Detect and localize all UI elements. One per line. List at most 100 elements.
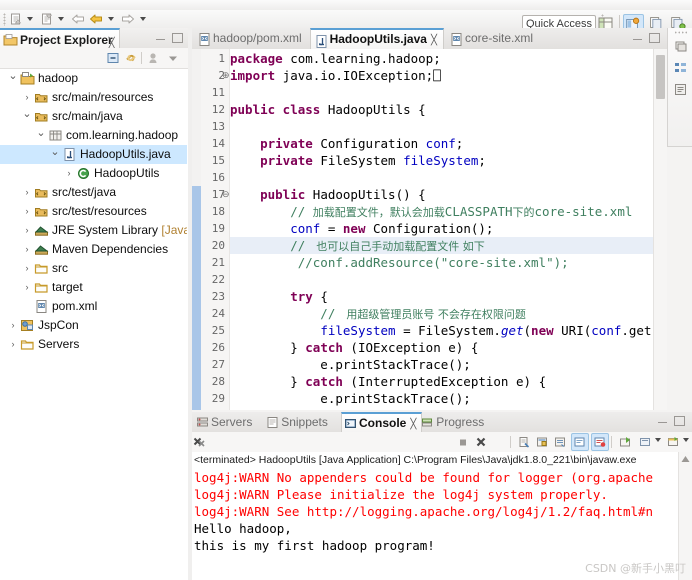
tab-project-explorer[interactable]: Project Explorer ╳: [0, 28, 120, 50]
link-with-editor-icon[interactable]: [124, 51, 138, 65]
code-line[interactable]: // 用超级管理员账号 不会存在权限问题: [230, 305, 653, 322]
last-edit-location-icon[interactable]: [120, 12, 136, 26]
toolbar-drag-handle[interactable]: [3, 13, 6, 26]
code-line[interactable]: fileSystem = FileSystem.get(new URI(conf…: [230, 322, 653, 339]
code-line[interactable]: public class HadoopUtils {: [230, 101, 653, 118]
code-line[interactable]: import java.io.IOException;⎕: [230, 67, 653, 84]
pin-console-icon[interactable]: [618, 435, 632, 449]
expand-arrow-icon[interactable]: ›: [22, 259, 32, 278]
back-icon[interactable]: [70, 12, 86, 26]
show-console-on-output-icon[interactable]: [571, 433, 589, 451]
editor-tab-close-icon[interactable]: ╳: [431, 35, 437, 46]
expand-arrow-icon[interactable]: ›: [8, 335, 18, 354]
expand-arrow-icon[interactable]: ›: [64, 164, 74, 183]
terminate-icon[interactable]: [456, 435, 470, 449]
previous-annotation-icon[interactable]: [9, 12, 23, 26]
project-tree[interactable]: ⌄ hadoop › src/main/resources ⌄ src/main/java…: [0, 69, 187, 580]
code-editor[interactable]: 1 2 11 12 13 14 15 16 17 18 19 20 21 22 23 24 25 26 27 28 29…: [192, 49, 667, 410]
display-selected-console-dropdown-icon[interactable]: [655, 438, 661, 442]
word-wrap-icon[interactable]: [553, 435, 567, 449]
editor-text[interactable]: package com.learning.hadoop; import java.…: [230, 49, 653, 410]
next-annotation-icon[interactable]: [40, 12, 54, 26]
remove-all-terminated-icon[interactable]: [192, 435, 206, 449]
code-line[interactable]: conf = new Configuration();: [230, 220, 653, 237]
code-line[interactable]: e.printStackTrace();: [230, 356, 653, 373]
console-tab-close-icon[interactable]: ╳: [410, 419, 416, 430]
code-line[interactable]: //conf.addResource("core-site.xml");: [230, 254, 653, 271]
expand-arrow-icon[interactable]: ›: [22, 202, 32, 221]
minimize-icon[interactable]: [156, 33, 167, 43]
editor-tab-core-site-xml[interactable]: core-site.xml: [446, 28, 539, 49]
tree-item-src-main-resources[interactable]: › src/main/resources: [0, 88, 187, 107]
code-line[interactable]: } catch (InterruptedException e) {: [230, 373, 653, 390]
code-line[interactable]: [230, 271, 653, 288]
rail-drag-handle[interactable]: [674, 31, 687, 34]
code-line[interactable]: private Configuration conf;: [230, 135, 653, 152]
tree-item-hadoop[interactable]: ⌄ hadoop: [0, 69, 187, 88]
previous-annotation-dropdown-icon[interactable]: [27, 17, 33, 21]
open-console-dropdown-icon[interactable]: [683, 438, 689, 442]
next-annotation-dropdown-icon[interactable]: [58, 17, 64, 21]
code-line[interactable]: // 加载配置文件，默认会加载CLASSPATH下的core-site.xml: [230, 203, 653, 220]
last-edit-dropdown-icon[interactable]: [140, 17, 146, 21]
expand-arrow-icon[interactable]: ›: [22, 240, 32, 259]
collapse-arrow-icon[interactable]: ⌄: [36, 126, 46, 145]
collapse-all-icon[interactable]: [106, 51, 120, 65]
minimized-views-rail[interactable]: [667, 28, 692, 147]
fold-toggle-icon[interactable]: ⊖: [222, 186, 231, 203]
collapse-arrow-icon[interactable]: ⌄: [22, 107, 32, 126]
editor-vertical-scrollbar[interactable]: [653, 49, 667, 410]
console-tab-snippets[interactable]: Snippets: [264, 412, 333, 432]
tree-item-com-learning-hadoop[interactable]: ⌄ com.learning.hadoop: [0, 126, 187, 145]
tree-item-src-test-java[interactable]: › src/test/java: [0, 183, 187, 202]
console-tab-servers[interactable]: Servers: [194, 412, 257, 432]
view-menu-icon[interactable]: [166, 51, 180, 65]
code-line[interactable]: [230, 169, 653, 186]
tree-item-jre-system-library[interactable]: › JRE System Library [JavaSE-1: [0, 221, 188, 240]
editor-tab-hadoop-pom-xml[interactable]: hadoop/pom.xml: [194, 28, 308, 49]
editor-scroll-thumb[interactable]: [656, 55, 665, 99]
remove-launch-icon[interactable]: [474, 435, 488, 449]
console-tab-progress[interactable]: Progress: [419, 412, 489, 432]
editor-maximize-icon[interactable]: [649, 33, 660, 43]
console-tab-console[interactable]: Console ╳: [341, 412, 423, 434]
tree-item-pom-xml[interactable]: pom.xml: [0, 297, 187, 316]
collapse-arrow-icon[interactable]: ⌄: [8, 69, 18, 88]
console-toolbar[interactable]: [192, 432, 692, 453]
maximize-icon[interactable]: [172, 33, 183, 43]
code-line[interactable]: package com.learning.hadoop;: [230, 50, 653, 67]
code-line[interactable]: [230, 84, 653, 101]
console-maximize-icon[interactable]: [674, 416, 685, 426]
code-line[interactable]: private FileSystem fileSystem;: [230, 152, 653, 169]
console-minimize-icon[interactable]: [658, 416, 669, 426]
code-line[interactable]: e.printStackTrace();: [230, 390, 653, 407]
project-explorer-toolbar[interactable]: [0, 48, 188, 69]
expand-arrow-icon[interactable]: ›: [8, 316, 18, 335]
expand-arrow-icon[interactable]: ›: [22, 183, 32, 202]
task-list-icon[interactable]: [673, 82, 688, 97]
tree-item-servers[interactable]: › Servers: [0, 335, 187, 354]
tree-item-src[interactable]: › src: [0, 259, 187, 278]
show-console-on-error-icon[interactable]: [591, 433, 609, 451]
expand-arrow-icon[interactable]: ›: [22, 221, 32, 240]
code-line[interactable]: try {: [230, 288, 653, 305]
tree-item-hadooputils-java[interactable]: ⌄ HadoopUtils.java: [0, 145, 187, 164]
tree-item-src-main-java[interactable]: ⌄ src/main/java: [0, 107, 187, 126]
tree-item-maven-dependencies[interactable]: › Maven Dependencies: [0, 240, 187, 259]
code-line[interactable]: public HadoopUtils() {: [230, 186, 653, 203]
main-toolbar[interactable]: Quick Access: [0, 10, 692, 35]
forward-dropdown-icon[interactable]: [108, 17, 114, 21]
expand-arrow-icon[interactable]: ›: [22, 278, 32, 297]
editor-minimize-icon[interactable]: [633, 33, 644, 43]
tree-item-target[interactable]: › target: [0, 278, 187, 297]
restore-icon[interactable]: [673, 38, 688, 53]
clear-console-icon[interactable]: [517, 435, 531, 449]
open-console-icon[interactable]: [666, 435, 680, 449]
expand-arrow-icon[interactable]: ›: [22, 88, 32, 107]
fold-toggle-icon[interactable]: ⊕: [222, 67, 231, 84]
outline-view-icon[interactable]: [673, 60, 688, 75]
code-line[interactable]: // 也可以自己手动加载配置文件 如下: [230, 237, 653, 254]
scroll-lock-icon[interactable]: [535, 435, 549, 449]
code-line[interactable]: [230, 118, 653, 135]
collapse-arrow-icon[interactable]: ⌄: [50, 145, 60, 164]
